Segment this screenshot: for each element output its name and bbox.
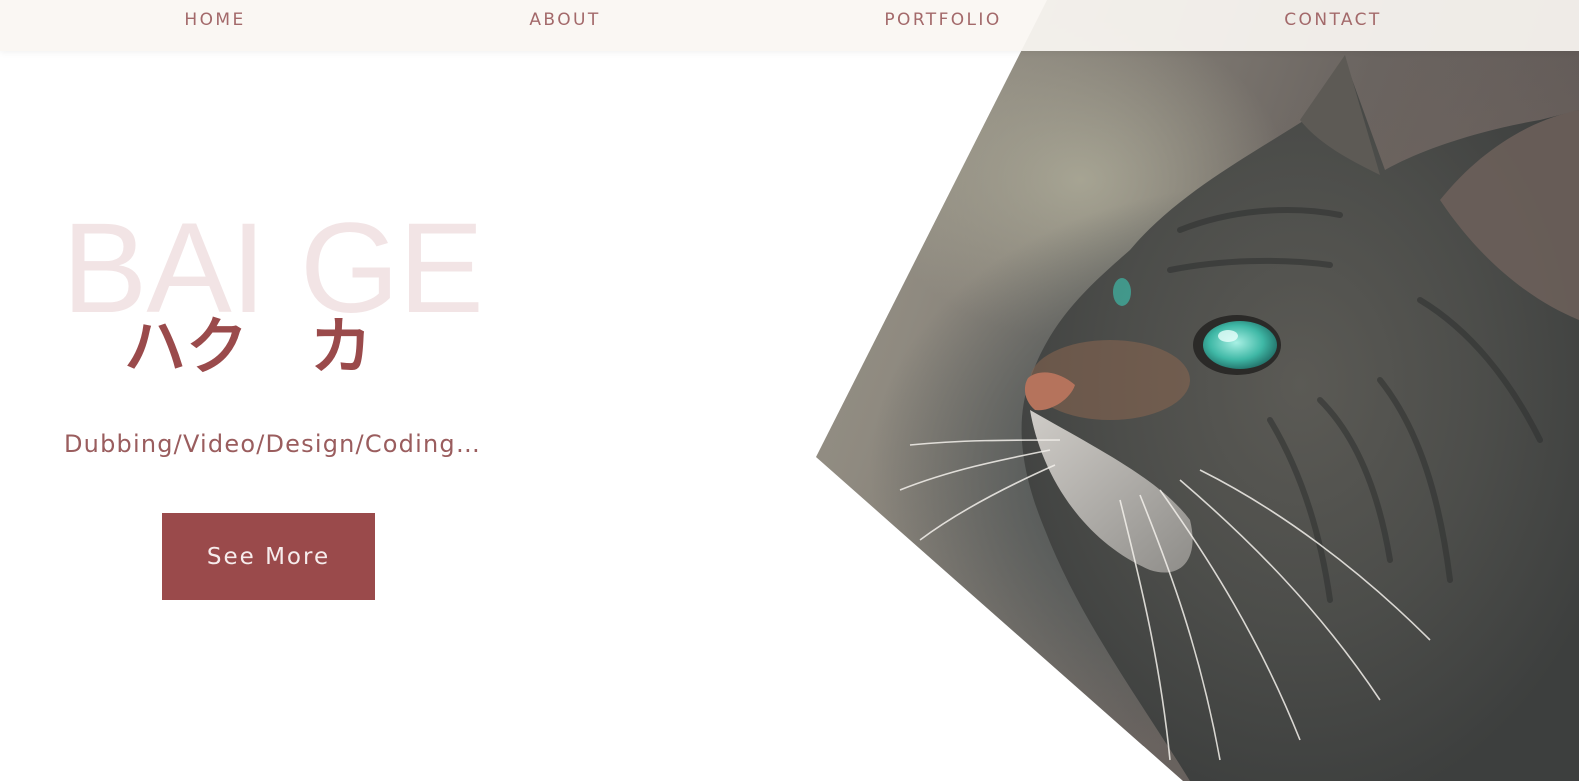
hero-tagline: Dubbing/Video/Design/Coding… [64,430,482,458]
nav-contact-link[interactable]: CONTACT [1284,10,1381,30]
hero-cat-image [816,0,1579,781]
hero-japanese-name: ハク カ [124,310,373,383]
top-navigation: HOME ABOUT PORTFOLIO CONTACT [0,0,1579,51]
cat-illustration [899,55,1579,781]
see-more-button[interactable]: See More [162,513,375,600]
page: HOME ABOUT PORTFOLIO CONTACT BAI GE ハク カ… [0,0,1579,781]
nav-portfolio-link[interactable]: PORTFOLIO [884,10,1001,30]
nav-about-link[interactable]: ABOUT [529,10,600,30]
nav-home-link[interactable]: HOME [184,10,245,30]
